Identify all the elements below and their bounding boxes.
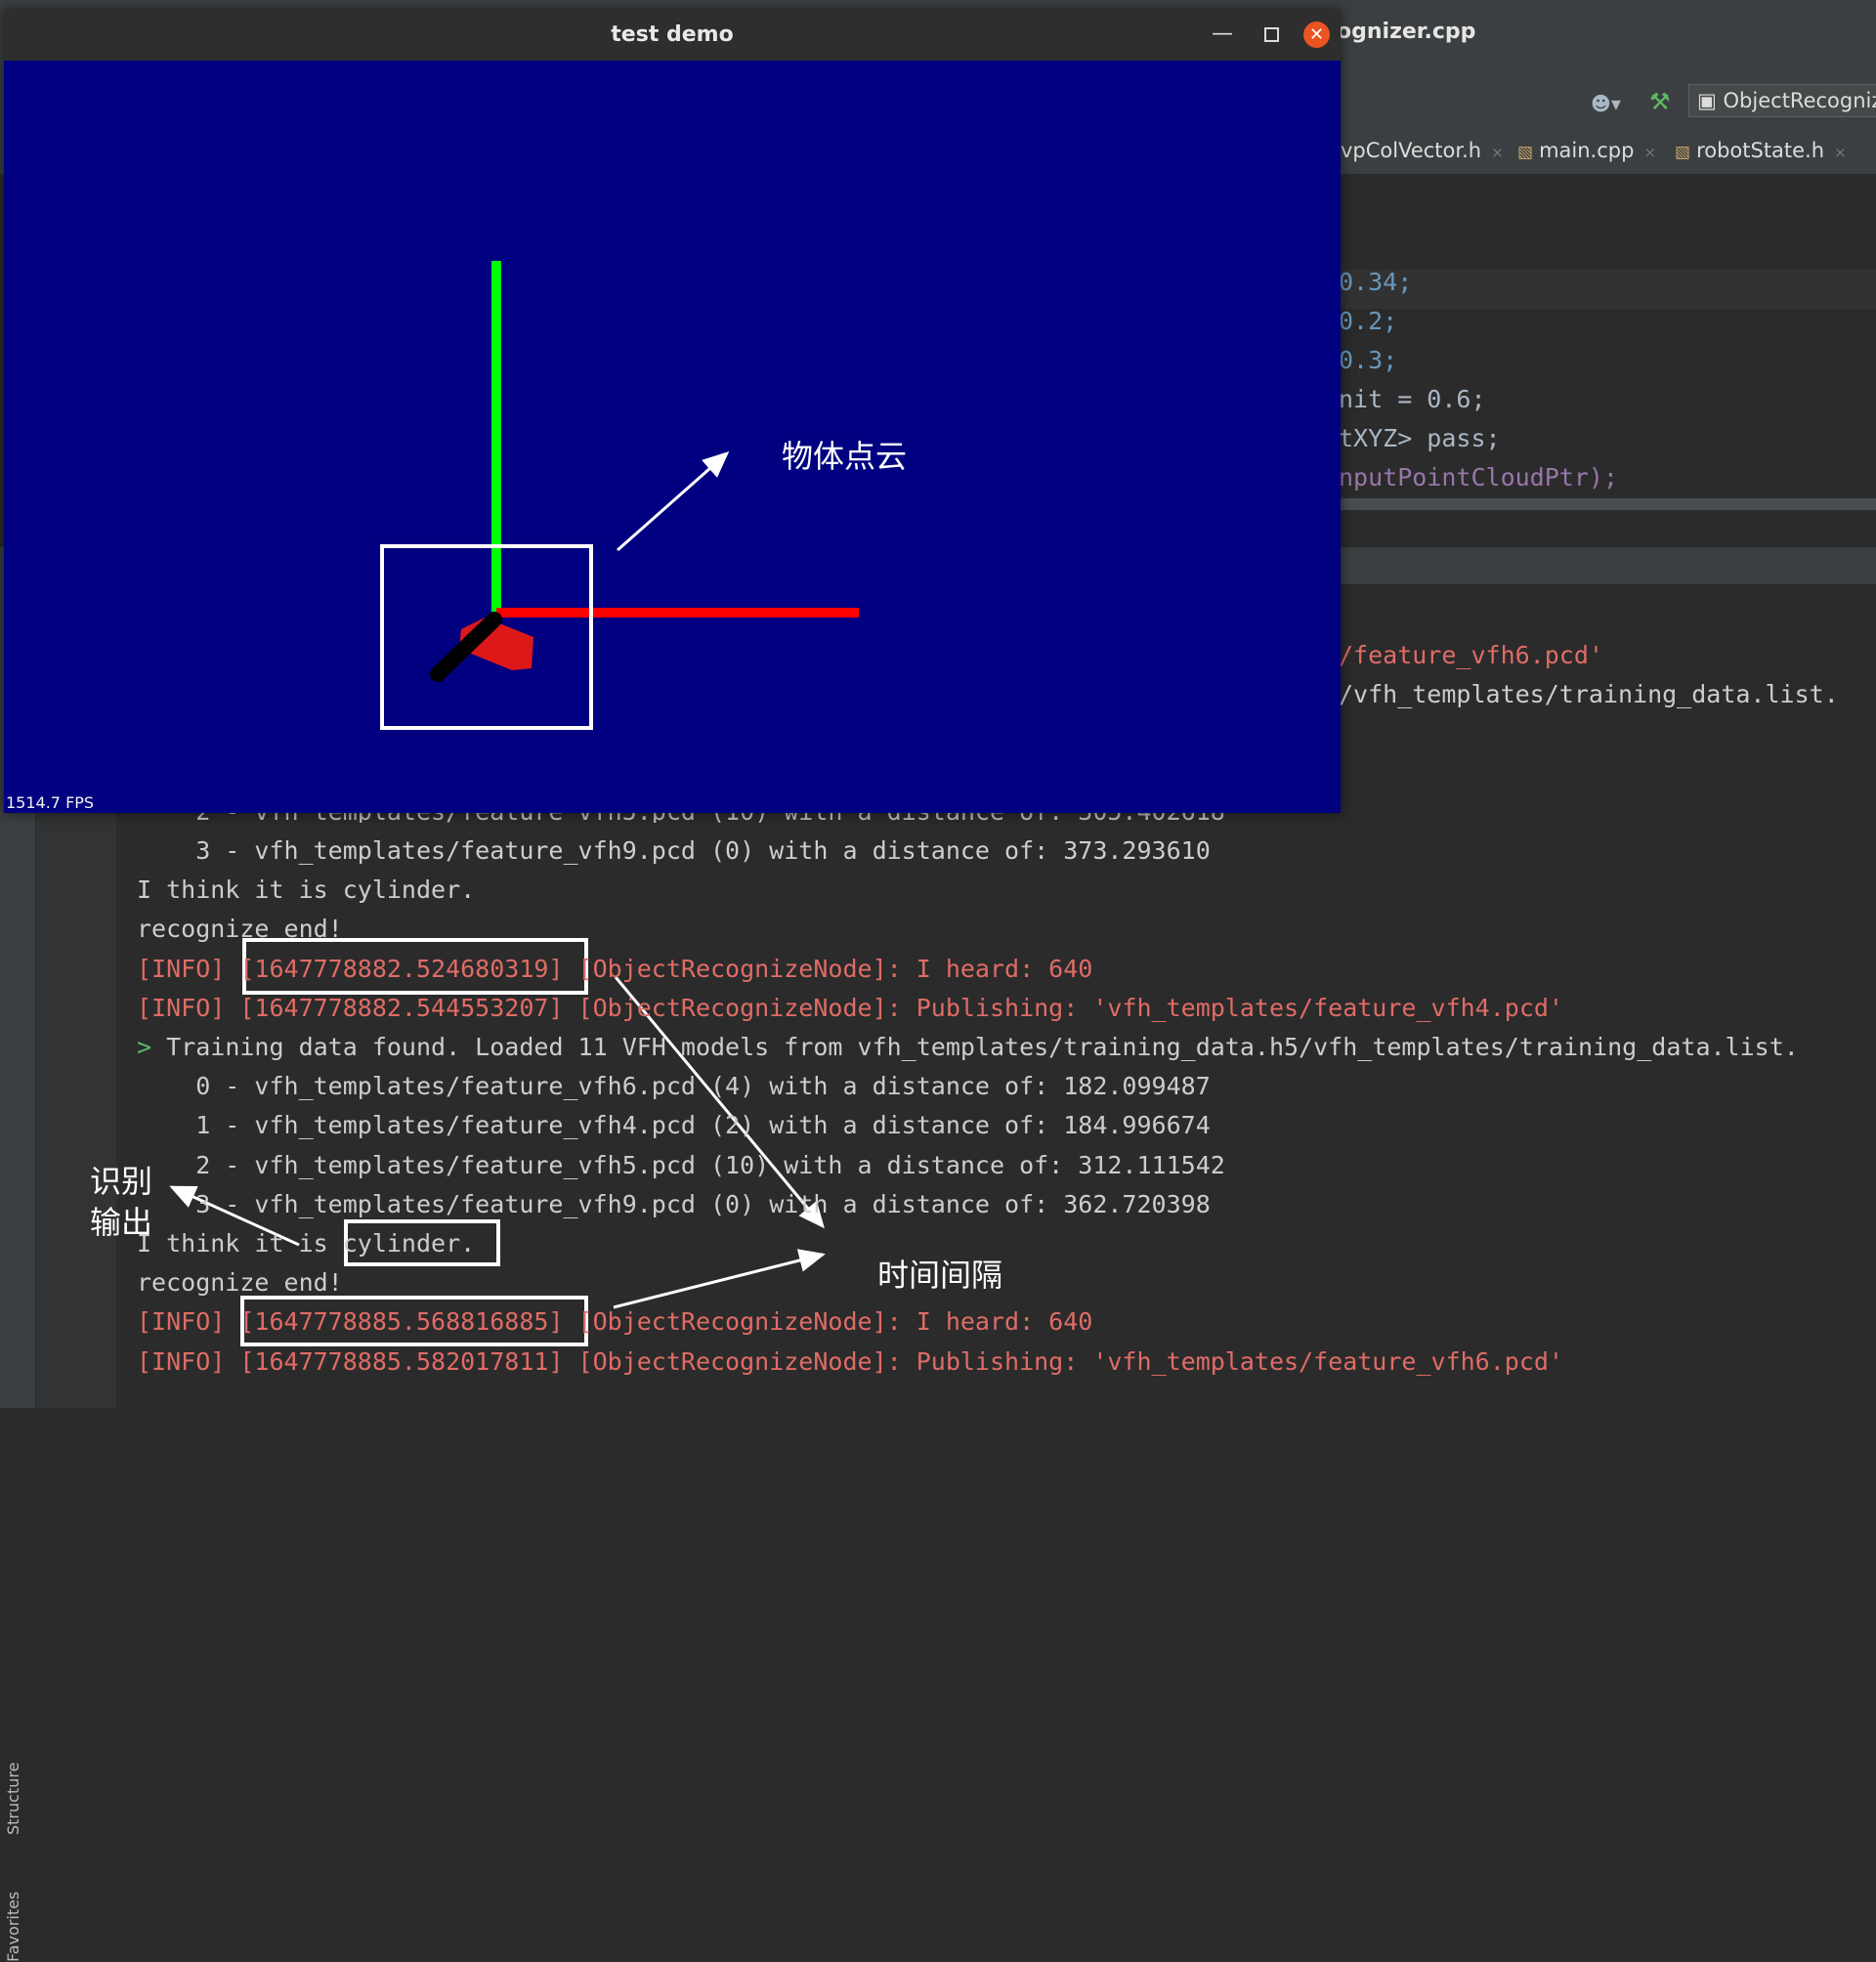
tab-vpcolvector[interactable]: vpColVector.h × — [1341, 139, 1504, 162]
tab-label: vpColVector.h — [1341, 139, 1482, 162]
console-line: 3 - vfh_templates/feature_vfh9.pcd (0) w… — [137, 836, 1211, 865]
console-line: 2 - vfh_templates/feature_vfh5.pcd (10) … — [137, 1151, 1225, 1179]
structure-tab[interactable]: Structure — [4, 1763, 22, 1835]
console-line: > Training data found. Loaded 11 VFH mod… — [137, 1033, 1799, 1061]
code-line: 0.34; — [1339, 268, 1413, 296]
console-line: I think it is cylinder. — [137, 1229, 476, 1258]
prompt-marker: > — [137, 1033, 167, 1061]
test-demo-window[interactable]: test demo — ✕ 1514.7 FPS — [4, 10, 1341, 813]
window-title: test demo — [611, 22, 734, 47]
fps-counter: 1514.7 FPS — [6, 793, 95, 812]
user-icon[interactable]: ☻▾ — [1591, 92, 1621, 115]
code-line: nit = 0.6; — [1339, 385, 1486, 413]
console-line: [INFO] [1647778882.544553207] [ObjectRec… — [137, 994, 1563, 1022]
console-line: [INFO] [1647778885.582017811] [ObjectRec… — [137, 1347, 1563, 1376]
run-configuration-select[interactable]: ▣ ObjectRecogniz — [1688, 84, 1876, 117]
close-icon[interactable]: × — [1491, 144, 1504, 161]
annotation-time-interval: 时间间隔 — [877, 1257, 1003, 1294]
code-line: nputPointCloudPtr); — [1339, 463, 1618, 491]
favorites-tab[interactable]: Favorites — [4, 1892, 22, 1962]
console-upper-line: /vfh_templates/training_data.list. — [1339, 680, 1839, 708]
close-icon[interactable]: ✕ — [1303, 21, 1330, 48]
object-highlight-box — [380, 544, 593, 730]
build-hammer-icon[interactable]: ⚒ — [1649, 88, 1671, 115]
run-config-icon: ▣ — [1697, 89, 1724, 112]
header-file-icon: ▧ — [1675, 143, 1691, 162]
console-line: recognize end! — [137, 1268, 343, 1297]
console-line: 3 - vfh_templates/feature_vfh9.pcd (0) w… — [137, 1190, 1211, 1218]
tab-main-cpp[interactable]: ▧ main.cpp × — [1517, 139, 1656, 162]
tab-robotstate[interactable]: ▧ robotState.h × — [1675, 139, 1847, 162]
close-icon[interactable]: × — [1643, 144, 1656, 161]
point-cloud-viewport[interactable]: 1514.7 FPS — [4, 61, 1341, 813]
console-line: I think it is cylinder. — [137, 875, 476, 904]
editor-splitter[interactable] — [1270, 498, 1876, 510]
code-line: 0.3; — [1339, 346, 1398, 374]
console-line: 0 - vfh_templates/feature_vfh6.pcd (4) w… — [137, 1072, 1211, 1100]
close-icon[interactable]: × — [1834, 144, 1847, 161]
viewport-canvas — [430, 261, 859, 682]
tab-label: robotState.h — [1696, 139, 1825, 162]
run-config-label: ObjectRecogniz — [1723, 89, 1876, 112]
ide-title: ognizer.cpp — [1337, 20, 1476, 44]
console-upper-line: /feature_vfh6.pcd' — [1339, 641, 1603, 669]
maximize-icon[interactable] — [1264, 27, 1279, 42]
console-line: recognize end! — [137, 915, 343, 943]
console-line: 1 - vfh_templates/feature_vfh4.pcd (2) w… — [137, 1111, 1211, 1139]
console-line-text: Training data found. Loaded 11 VFH model… — [166, 1033, 1799, 1061]
code-line: tXYZ> pass; — [1339, 424, 1501, 452]
annotation-object-cloud: 物体点云 — [782, 438, 908, 475]
window-titlebar[interactable]: test demo — ✕ — [4, 10, 1341, 61]
cpp-file-icon: ▧ — [1517, 143, 1534, 162]
console-line: [INFO] [1647778882.524680319] [ObjectRec… — [137, 955, 1093, 983]
console-line: [INFO] [1647778885.568816885] [ObjectRec… — [137, 1307, 1093, 1336]
tab-label: main.cpp — [1539, 139, 1635, 162]
minimize-icon[interactable]: — — [1212, 21, 1233, 46]
code-line: 0.2; — [1339, 307, 1398, 335]
